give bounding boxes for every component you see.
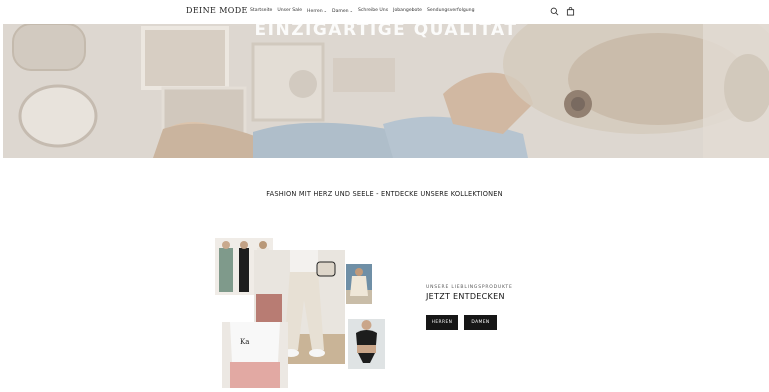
hero-banner: EINZIGARTIGE QUALITÄT: [3, 24, 769, 158]
chevron-down-icon: ⌄: [323, 8, 328, 13]
section-tagline: FASHION MIT HERZ UND SEELE - ENTDECKE UN…: [266, 190, 503, 198]
nav-item-sale[interactable]: Unser Sale: [277, 8, 302, 14]
nav-label: Jobangebote: [393, 8, 422, 13]
herren-button[interactable]: HERREN: [426, 315, 458, 330]
nav-label: Schreibe Uns: [357, 8, 389, 13]
site-header: DEINE MODE Startseite Unser Sale Herren⌄…: [0, 0, 769, 24]
svg-text:Ka: Ka: [240, 338, 249, 346]
shopping-bag-icon[interactable]: [566, 7, 575, 16]
nav-item-damen[interactable]: Damen⌄: [332, 8, 353, 14]
nav-item-schreibe-uns[interactable]: Schreibe Uns: [358, 8, 388, 14]
promo-title: JETZT ENTDECKEN: [426, 292, 505, 301]
photo-swimwear: [348, 319, 385, 369]
hero-image: [3, 24, 769, 158]
site-logo[interactable]: DEINE MODE: [186, 6, 248, 15]
nav-label: Unser Sale: [277, 8, 303, 13]
nav-label: Damen: [332, 9, 349, 14]
promo-subtitle: UNSERE LIEBLINGSPRODUKTE: [426, 285, 513, 290]
chevron-down-icon: ⌄: [349, 8, 353, 13]
nav-label: Sendungsverfolgung: [427, 8, 475, 13]
nav-item-herren[interactable]: Herren⌄: [307, 8, 327, 14]
nav-item-sendungsverfolgung[interactable]: Sendungsverfolgung: [427, 8, 475, 14]
nav-item-jobangebote[interactable]: Jobangebote: [393, 8, 422, 14]
nav-label: Herren: [307, 9, 323, 14]
search-icon[interactable]: [550, 7, 559, 16]
main-nav: Startseite Unser Sale Herren⌄ Damen⌄ Sch…: [250, 8, 475, 14]
nav-item-startseite[interactable]: Startseite: [250, 8, 272, 14]
hero-title: EINZIGARTIGE QUALITÄT: [254, 24, 518, 40]
photo-knit-top: [346, 264, 372, 304]
photo-tshirt-skirt: Ka: [222, 322, 288, 388]
damen-button[interactable]: DAMEN: [464, 315, 497, 330]
nav-label: Startseite: [250, 8, 273, 13]
